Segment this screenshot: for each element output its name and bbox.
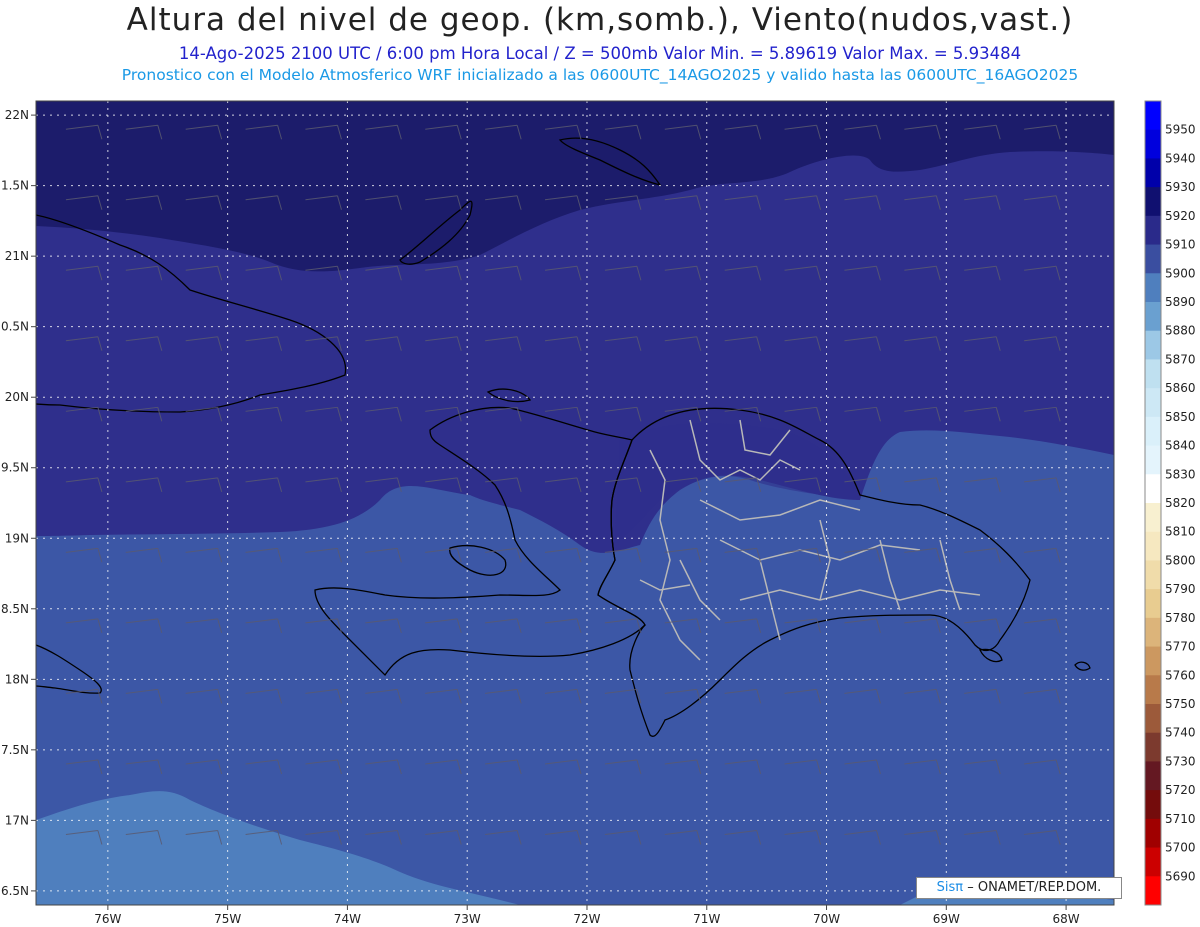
lat-tick-label: 9.5N: [1, 461, 29, 475]
colorbar-label: 5800: [1165, 553, 1196, 567]
colorbar-label: 5750: [1165, 697, 1196, 711]
colorbar-swatch: [1145, 359, 1161, 389]
colorbar-swatch: [1145, 244, 1161, 274]
credit-box: Sisπ – ONAMET/REP.DOM.: [916, 877, 1122, 899]
colorbar-label: 5900: [1165, 266, 1196, 280]
lat-tick-label: 20N: [5, 390, 29, 404]
colorbar-label: 5880: [1165, 324, 1196, 338]
colorbar-swatch: [1145, 129, 1161, 159]
colorbar-swatch: [1145, 215, 1161, 246]
colorbar-label: 5910: [1165, 238, 1196, 252]
colorbar-label: 5890: [1165, 295, 1196, 309]
lon-tick-label: 73W: [454, 912, 481, 926]
colorbar: 5950 5940 5930 5920 5910 5900 5890 5880 5870 5860…: [1144, 100, 1196, 906]
colorbar-swatch: [1145, 847, 1161, 877]
colorbar-swatch: [1145, 790, 1161, 820]
colorbar-swatch: [1145, 187, 1161, 217]
colorbar-swatch: [1145, 589, 1161, 619]
colorbar-swatch: [1145, 761, 1161, 791]
lon-tick-label: 74W: [334, 912, 361, 926]
colorbar-swatch: [1145, 445, 1161, 475]
lat-tick-label: 1.5N: [1, 179, 29, 193]
lon-tick-label: 70W: [813, 912, 840, 926]
colorbar-label: 5920: [1165, 209, 1196, 223]
colorbar-label: 5860: [1165, 381, 1196, 395]
colorbar-swatch: [1145, 101, 1161, 131]
colorbar-swatch: [1145, 531, 1161, 561]
colorbar-swatch: [1145, 732, 1161, 762]
colorbar-swatch: [1145, 560, 1161, 590]
colorbar-swatch: [1145, 158, 1161, 188]
colorbar-swatch: [1145, 273, 1161, 303]
colorbar-label: 5950: [1165, 123, 1196, 137]
map-figure: 76W 75W 74W 73W 72W 71W 70W 69W 68W 22N 1.5N 21N 0.…: [1, 100, 1196, 926]
colorbar-label: 5840: [1165, 439, 1196, 453]
colorbar-swatch: [1145, 503, 1161, 533]
colorbar-label: 5690: [1165, 869, 1196, 883]
colorbar-label: 5940: [1165, 151, 1196, 165]
colorbar-swatch: [1145, 474, 1161, 504]
colorbar-label: 5770: [1165, 640, 1196, 654]
lat-tick-label: 17N: [5, 813, 29, 827]
colorbar-swatch: [1145, 302, 1161, 332]
colorbar-swatch: [1145, 388, 1161, 418]
longitude-labels: 76W 75W 74W 73W 72W 71W 70W 69W 68W: [94, 905, 1080, 926]
lat-tick-label: 0.5N: [1, 320, 29, 334]
colorbar-label: 5780: [1165, 611, 1196, 625]
colorbar-label: 5790: [1165, 582, 1196, 596]
colorbar-label: 5850: [1165, 410, 1196, 424]
colorbar-label: 5930: [1165, 180, 1196, 194]
latitude-labels: 22N 1.5N 21N 0.5N 20N 9.5N 19N 8.5N 18N 7.5N 17N 6.…: [1, 108, 36, 898]
lat-tick-label: 6.5N: [1, 884, 29, 898]
lat-tick-label: 18N: [5, 672, 29, 686]
colorbar-label: 5730: [1165, 754, 1196, 768]
colorbar-label: 5760: [1165, 668, 1196, 682]
lon-tick-label: 72W: [573, 912, 600, 926]
colorbar-swatch: [1145, 330, 1161, 360]
lon-tick-label: 69W: [933, 912, 960, 926]
colorbar-label: 5710: [1165, 812, 1196, 826]
lat-tick-label: 21N: [5, 249, 29, 263]
colorbar-label: 5740: [1165, 726, 1196, 740]
lat-tick-label: 8.5N: [1, 602, 29, 616]
lon-tick-label: 75W: [214, 912, 241, 926]
colorbar-label: 5810: [1165, 525, 1196, 539]
lon-tick-label: 76W: [94, 912, 121, 926]
colorbar-swatch: [1145, 416, 1161, 447]
colorbar-swatch: [1145, 704, 1161, 734]
colorbar-label: 5870: [1165, 352, 1196, 366]
colorbar-label: 5720: [1165, 783, 1196, 797]
credit-text: – ONAMET/REP.DOM.: [967, 880, 1102, 895]
colorbar-swatch: [1145, 818, 1161, 849]
colorbar-label: 5830: [1165, 467, 1196, 481]
colorbar-swatch: [1145, 646, 1161, 676]
lat-tick-label: 19N: [5, 531, 29, 545]
lon-tick-label: 68W: [1053, 912, 1080, 926]
colorbar-swatch: [1145, 876, 1161, 906]
colorbar-swatch: [1145, 675, 1161, 705]
lat-tick-label: 22N: [5, 108, 29, 122]
colorbar-swatch: [1145, 617, 1161, 648]
colorbar-label: 5820: [1165, 496, 1196, 510]
sis-logo: Sisπ: [936, 880, 964, 895]
lon-tick-label: 71W: [693, 912, 720, 926]
colorbar-label: 5700: [1165, 841, 1196, 855]
lat-tick-label: 7.5N: [1, 743, 29, 757]
